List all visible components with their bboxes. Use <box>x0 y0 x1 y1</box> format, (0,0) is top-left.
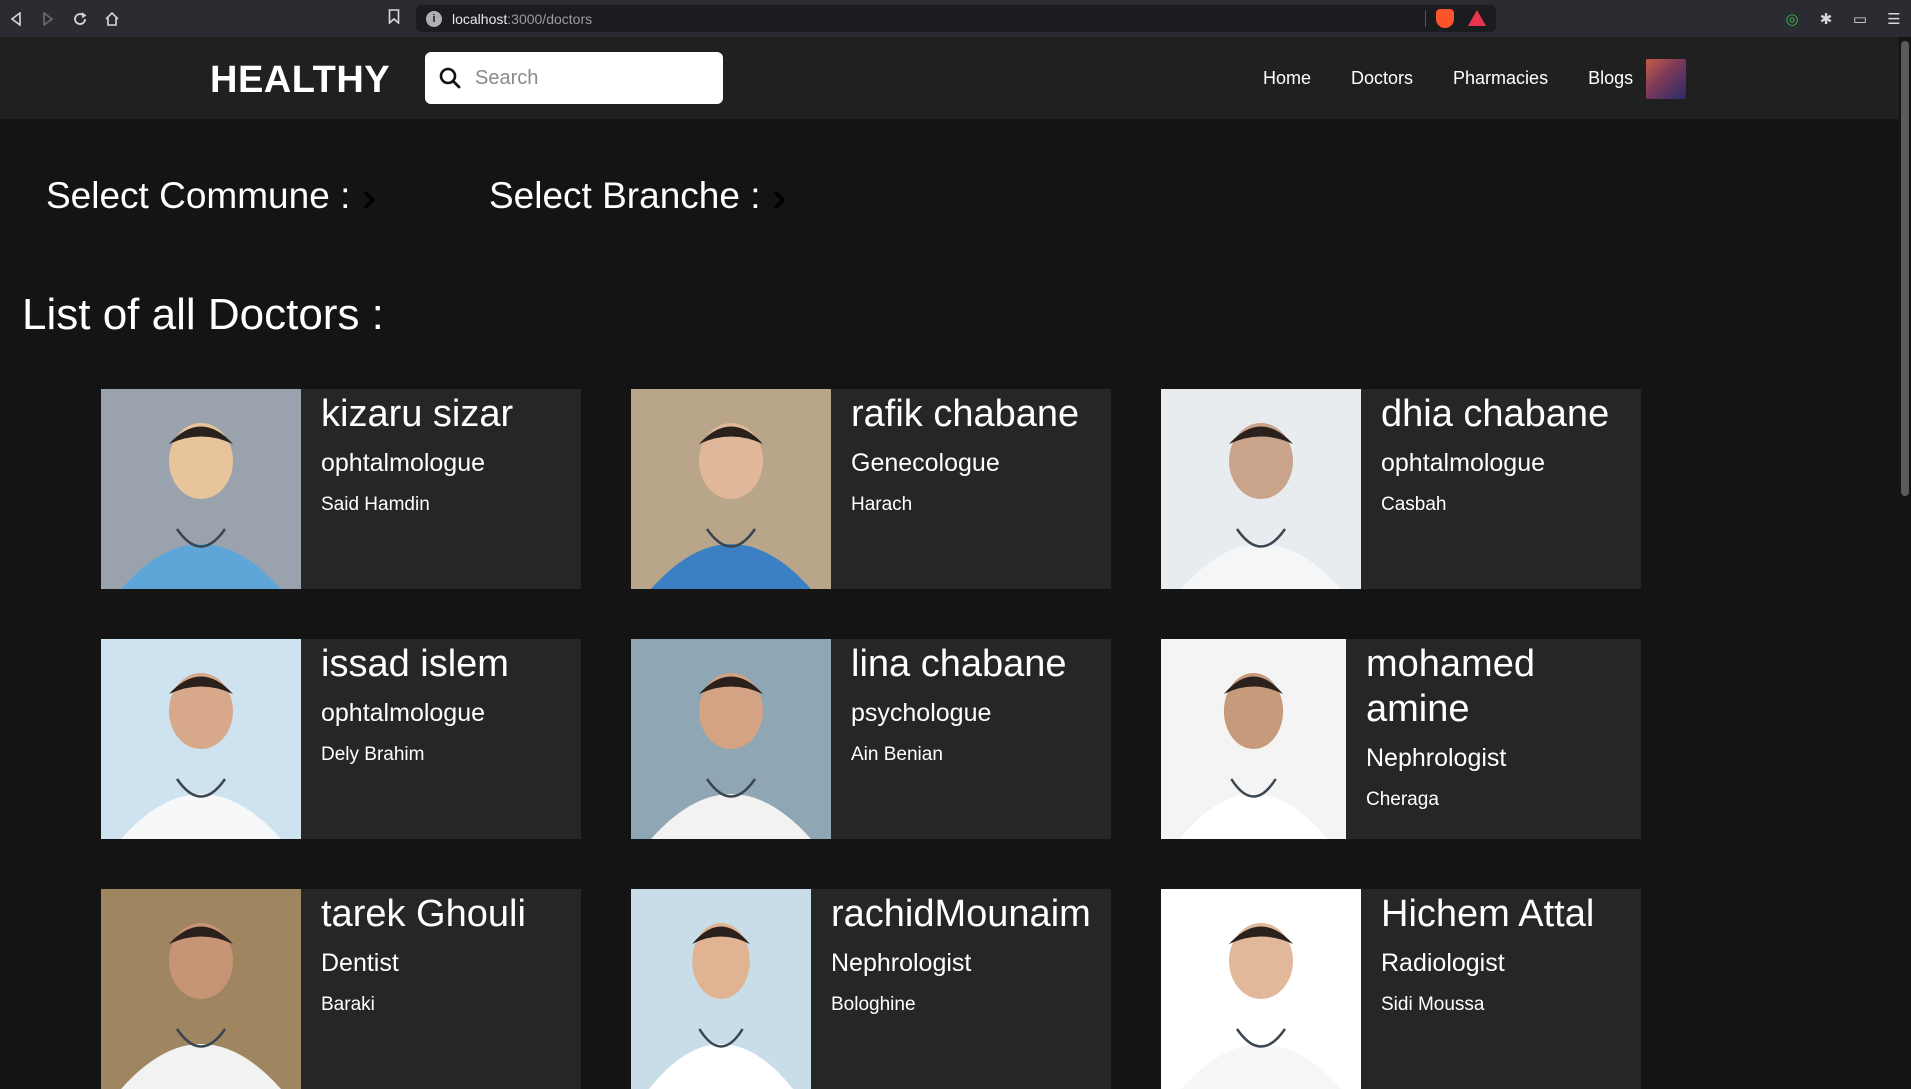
nav-home[interactable]: Home <box>1263 68 1311 89</box>
browser-extensions: ◎ ✱ ▭ ☰ <box>1775 0 1911 37</box>
page-scrollbar[interactable] <box>1899 37 1911 1012</box>
extensions-icon[interactable]: ✱ <box>1809 10 1843 28</box>
doctor-specialty: ophtalmologue <box>1381 449 1546 477</box>
main-nav: Home Doctors Pharmacies Blogs <box>1263 37 1673 119</box>
doctor-specialty: psychologue <box>851 699 992 727</box>
home-icon[interactable] <box>96 0 128 37</box>
scrollbar-thumb[interactable] <box>1901 41 1909 496</box>
commune-filter[interactable]: Select Commune : <box>46 172 376 220</box>
doctor-card[interactable]: lina chabane psychologue Ain Benian <box>631 639 1111 839</box>
doctor-specialty: Nephrologist <box>1366 744 1507 772</box>
doctor-info: mohamed amine Nephrologist Cheraga <box>1346 639 1641 811</box>
url-path: :3000/doctors <box>507 10 593 27</box>
doctor-card[interactable]: rafik chabane Genecologue Harach <box>631 389 1111 589</box>
doctor-name[interactable]: rachidMounaim <box>831 892 1111 937</box>
doctor-commune: Bologhine <box>831 994 916 1015</box>
doctor-photo <box>101 639 301 839</box>
doctor-specialty: Nephrologist <box>831 949 972 977</box>
branche-filter[interactable]: Select Branche : <box>489 172 786 220</box>
doctor-specialty: Radiologist <box>1381 949 1505 977</box>
doctor-commune: Baraki <box>321 994 375 1015</box>
chevron-right-icon[interactable] <box>772 178 786 220</box>
doctor-card[interactable]: Hichem Attal Radiologist Sidi Moussa <box>1161 889 1641 1089</box>
doctor-commune: Ain Benian <box>851 744 943 765</box>
commune-filter-label: Select Commune : <box>46 175 351 216</box>
brave-shields-icon[interactable] <box>1436 9 1454 28</box>
menu-icon[interactable]: ☰ <box>1877 10 1911 28</box>
url-host: localhost <box>452 10 508 27</box>
doctor-info: dhia chabane ophtalmologue Casbah <box>1361 389 1641 516</box>
doctor-name[interactable]: rafik chabane <box>851 392 1111 437</box>
doctor-commune: Casbah <box>1381 494 1447 515</box>
nav-doctors[interactable]: Doctors <box>1351 68 1413 89</box>
doctor-name[interactable]: mohamed amine <box>1366 642 1641 732</box>
doctor-info: rafik chabane Genecologue Harach <box>831 389 1111 516</box>
search-icon <box>425 52 475 104</box>
doctor-commune: Cheraga <box>1366 789 1439 810</box>
doctor-photo <box>631 889 811 1089</box>
browser-toolbar: i localhost:3000/doctors ◎ ✱ ▭ ☰ <box>0 0 1911 37</box>
doctor-photo <box>101 889 301 1089</box>
doctor-commune: Said Hamdin <box>321 494 430 515</box>
site-info-icon[interactable]: i <box>426 10 442 27</box>
doctor-specialty: ophtalmologue <box>321 699 486 727</box>
doctor-photo <box>1161 389 1361 589</box>
doctor-card[interactable]: issad islem ophtalmologue Dely Brahim <box>101 639 581 839</box>
doctor-name[interactable]: issad islem <box>321 642 581 687</box>
doctor-photo <box>631 639 831 839</box>
doctor-info: rachidMounaim Nephrologist Bologhine <box>811 889 1111 1016</box>
doctor-card[interactable]: rachidMounaim Nephrologist Bologhine <box>631 889 1111 1089</box>
site-logo[interactable]: HEALTHY <box>210 59 390 102</box>
doctor-specialty: ophtalmologue <box>321 449 486 477</box>
bookmark-icon[interactable] <box>384 9 404 29</box>
user-avatar[interactable] <box>1646 59 1686 99</box>
doctor-name[interactable]: kizaru sizar <box>321 392 581 437</box>
doctor-photo <box>1161 639 1346 839</box>
forward-icon[interactable] <box>32 0 64 37</box>
doctor-card[interactable]: mohamed amine Nephrologist Cheraga <box>1161 639 1641 839</box>
brave-rewards-icon[interactable] <box>1468 10 1486 26</box>
site-header: HEALTHY Home Doctors Pharmacies Blogs <box>0 37 1899 119</box>
reload-icon[interactable] <box>64 0 96 37</box>
doctor-info: lina chabane psychologue Ain Benian <box>831 639 1111 766</box>
chevron-right-icon[interactable] <box>362 178 376 220</box>
doctor-info: issad islem ophtalmologue Dely Brahim <box>301 639 581 766</box>
doctor-card[interactable]: kizaru sizar ophtalmologue Said Hamdin <box>101 389 581 589</box>
doctor-info: Hichem Attal Radiologist Sidi Moussa <box>1361 889 1641 1016</box>
vpn-icon[interactable]: ◎ <box>1775 10 1809 28</box>
doctor-name[interactable]: tarek Ghouli <box>321 892 581 937</box>
branche-filter-label: Select Branche : <box>489 175 761 216</box>
back-icon[interactable] <box>0 0 32 37</box>
doctor-name[interactable]: lina chabane <box>851 642 1111 687</box>
url-divider <box>1425 10 1426 27</box>
search-box[interactable] <box>425 52 723 104</box>
doctor-card[interactable]: tarek Ghouli Dentist Baraki <box>101 889 581 1089</box>
doctor-specialty: Dentist <box>321 949 399 977</box>
doctor-commune: Harach <box>851 494 913 515</box>
search-input[interactable] <box>475 66 705 90</box>
doctor-specialty: Genecologue <box>851 449 1000 477</box>
doctor-photo <box>101 389 301 589</box>
list-title: List of all Doctors : <box>22 290 384 339</box>
doctor-photo <box>631 389 831 589</box>
doctor-info: tarek Ghouli Dentist Baraki <box>301 889 581 1016</box>
doctor-photo <box>1161 889 1361 1089</box>
doctor-card[interactable]: dhia chabane ophtalmologue Casbah <box>1161 389 1641 589</box>
wallet-icon[interactable]: ▭ <box>1843 10 1877 28</box>
address-bar[interactable]: i localhost:3000/doctors <box>416 5 1496 32</box>
doctor-info: kizaru sizar ophtalmologue Said Hamdin <box>301 389 581 516</box>
doctor-commune: Dely Brahim <box>321 744 425 765</box>
doctor-commune: Sidi Moussa <box>1381 994 1485 1015</box>
nav-pharmacies[interactable]: Pharmacies <box>1453 68 1548 89</box>
nav-blogs[interactable]: Blogs <box>1588 68 1633 89</box>
doctor-name[interactable]: Hichem Attal <box>1381 892 1641 937</box>
doctor-name[interactable]: dhia chabane <box>1381 392 1641 437</box>
